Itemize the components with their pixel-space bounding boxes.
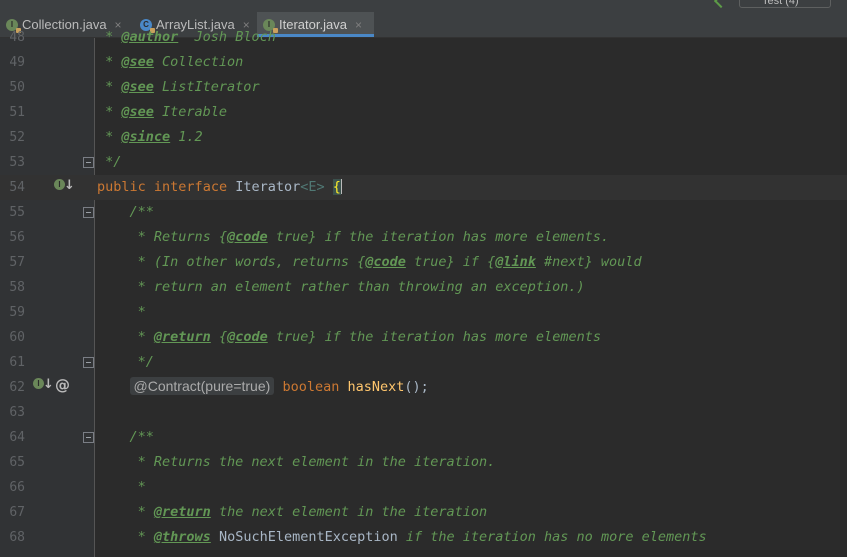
top-toolbar: Test (4): [0, 0, 847, 12]
code-line: 52 * @since 1.2: [0, 125, 847, 150]
code-line: 65 * Returns the next element in the ite…: [0, 450, 847, 475]
line-number: 64: [9, 430, 25, 445]
line-number: 57: [9, 255, 25, 270]
code-line: 56 * Returns {@code true} if the iterati…: [0, 225, 847, 250]
code-line: 62 I ↓ @ @Contract(pure=true) boolean ha…: [0, 375, 847, 400]
line-number: 53: [9, 155, 25, 170]
line-number: 49: [9, 55, 25, 70]
code-line: 64 /**: [0, 425, 847, 450]
code-line: 68 * @throws NoSuchElementException if t…: [0, 525, 847, 550]
arrow-down-icon[interactable]: ↓: [43, 377, 54, 392]
line-number: 56: [9, 230, 25, 245]
line-number: 60: [9, 330, 25, 345]
code-line: 55 /**: [0, 200, 847, 225]
code-line: 63: [0, 400, 847, 425]
fold-start-marker[interactable]: [83, 432, 94, 443]
inferred-annotation[interactable]: @Contract(pure=true): [129, 377, 275, 395]
line-number: 68: [9, 530, 25, 545]
line-number: 51: [9, 105, 25, 120]
code-line: 59 *: [0, 300, 847, 325]
line-number: 62: [9, 380, 25, 395]
code-line: 61 */: [0, 350, 847, 375]
fold-start-marker[interactable]: [83, 207, 94, 218]
text-caret: [340, 179, 342, 194]
line-number: 65: [9, 455, 25, 470]
code-line: 53 */: [0, 150, 847, 175]
line-number: 67: [9, 505, 25, 520]
code-line: 57 * (In other words, returns {@code tru…: [0, 250, 847, 275]
run-configuration-selector[interactable]: Test (4): [739, 0, 831, 8]
code-line: 48 * @author Josh Bloch: [0, 25, 847, 50]
code-line: 50 * @see ListIterator: [0, 75, 847, 100]
line-number: 52: [9, 130, 25, 145]
line-number: 50: [9, 80, 25, 95]
line-number: 59: [9, 305, 25, 320]
arrow-down-icon[interactable]: ↓: [64, 178, 75, 193]
code-line: 49 * @see Collection: [0, 50, 847, 75]
line-number: 63: [9, 405, 25, 420]
code-line: 66 *: [0, 475, 847, 500]
line-number: 61: [9, 355, 25, 370]
matched-brace: {: [332, 179, 341, 195]
code-line: 58 * return an element rather than throw…: [0, 275, 847, 300]
line-number: 66: [9, 480, 25, 495]
line-number: 58: [9, 280, 25, 295]
line-number: 55: [9, 205, 25, 220]
line-number: 48: [9, 30, 25, 45]
annotation-icon[interactable]: @: [55, 376, 70, 394]
run-icon[interactable]: [713, 0, 729, 9]
code-line: 67 * @return the next element in the ite…: [0, 500, 847, 525]
fold-end-marker[interactable]: [83, 157, 94, 168]
fold-end-marker[interactable]: [83, 357, 94, 368]
code-line: 51 * @see Iterable: [0, 100, 847, 125]
code-line-current: 54 I ↓ public interface Iterator<E> {: [0, 175, 847, 200]
line-number: 54: [9, 180, 25, 195]
code-line: 60 * @return {@code true} if the iterati…: [0, 325, 847, 350]
